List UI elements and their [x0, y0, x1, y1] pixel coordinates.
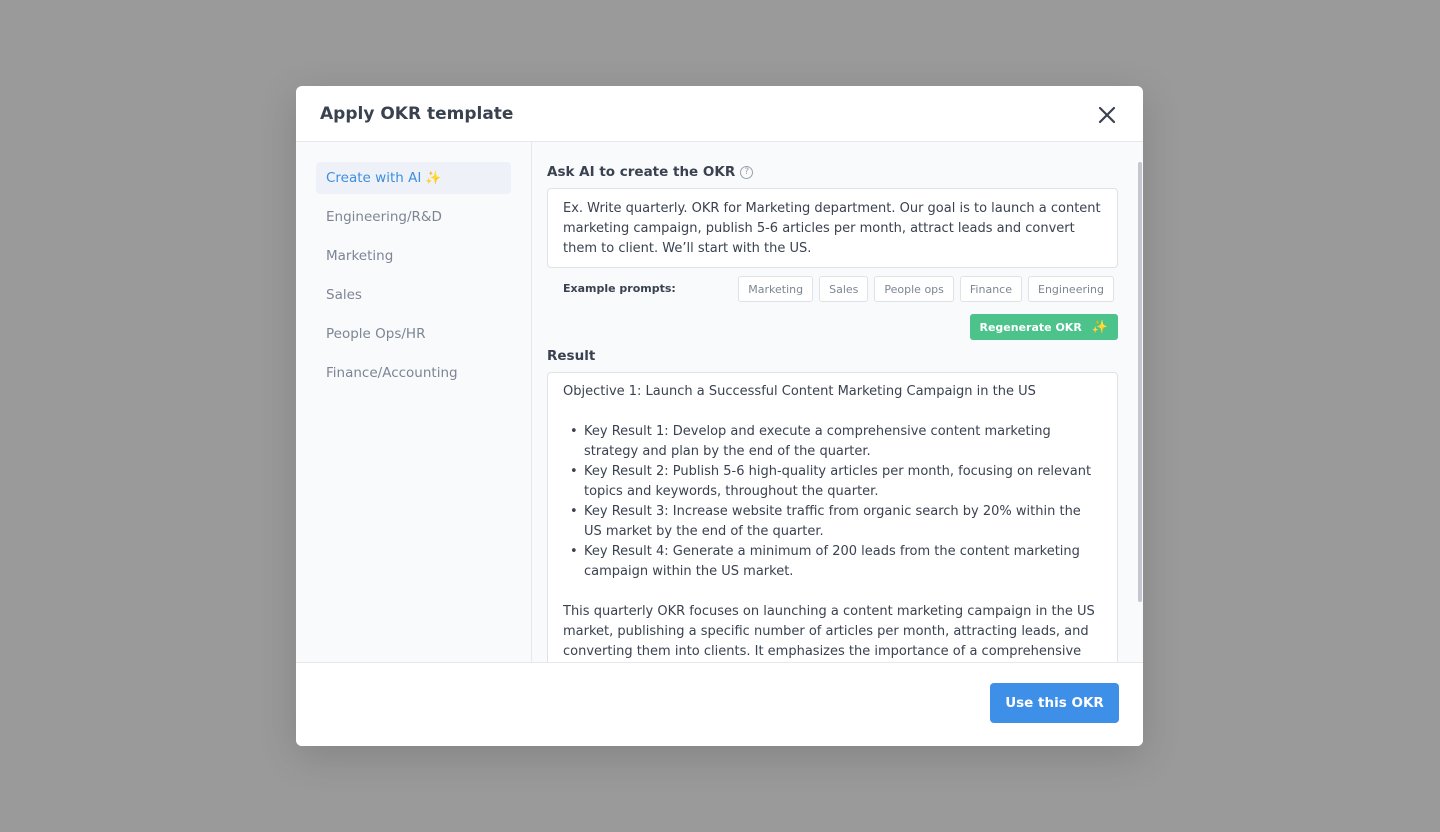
template-sidebar: Create with AI ✨ Engineering/R&D Marketi… [296, 142, 532, 662]
close-icon [1098, 106, 1116, 124]
sidebar-item-people-ops[interactable]: People Ops/HR [316, 318, 511, 350]
sidebar-item-label: Finance/Accounting [326, 365, 458, 381]
help-icon[interactable]: ? [740, 165, 754, 179]
sidebar-item-label: Marketing [326, 248, 394, 264]
regenerate-okr-button[interactable]: Regenerate OKR ✨ [969, 314, 1118, 340]
regenerate-label: Regenerate OKR [979, 320, 1082, 334]
objective-text: Objective 1: Launch a Successful Content… [563, 384, 1036, 399]
scrollbar-thumb[interactable] [1138, 162, 1142, 602]
result-output: Objective 1: Launch a Successful Content… [547, 372, 1118, 662]
example-prompt-chips: Marketing Sales People ops Finance Engin… [738, 276, 1114, 302]
prompt-input[interactable]: Ex. Write quarterly. OKR for Marketing d… [547, 188, 1118, 268]
ai-content-panel: Ask AI to create the OKR ? Ex. Write qua… [532, 142, 1143, 662]
list-item: Key Result 3: Increase website traffic f… [563, 502, 1102, 542]
modal-title: Apply OKR template [320, 104, 514, 124]
sidebar-item-marketing[interactable]: Marketing [316, 240, 511, 272]
ask-ai-label-text: Ask AI to create the OKR [547, 164, 736, 180]
sidebar-item-label: Engineering/R&D [326, 209, 442, 225]
summary-text: This quarterly OKR focuses on launching … [563, 604, 1095, 659]
use-this-okr-button[interactable]: Use this OKR [990, 683, 1119, 723]
sidebar-item-create-with-ai[interactable]: Create with AI ✨ [316, 162, 511, 194]
sidebar-item-finance[interactable]: Finance/Accounting [316, 357, 511, 389]
sparkles-icon: ✨ [1091, 319, 1108, 335]
sidebar-item-label: Sales [326, 287, 362, 303]
close-button[interactable] [1095, 104, 1119, 126]
result-label: Result [547, 348, 596, 364]
sparkles-icon: ✨ [425, 170, 442, 186]
sidebar-item-sales[interactable]: Sales [316, 279, 511, 311]
chip-engineering[interactable]: Engineering [1028, 276, 1114, 302]
modal-body: Create with AI ✨ Engineering/R&D Marketi… [296, 142, 1143, 662]
modal-header: Apply OKR template [296, 86, 1143, 142]
apply-okr-modal: Apply OKR template Create with AI ✨ Engi… [296, 86, 1143, 746]
chip-marketing[interactable]: Marketing [738, 276, 814, 302]
sidebar-item-label: Create with AI [326, 170, 422, 186]
scrollbar[interactable] [1135, 142, 1143, 662]
sidebar-item-label: People Ops/HR [326, 326, 426, 342]
ask-ai-label: Ask AI to create the OKR ? [547, 164, 754, 180]
sidebar-item-engineering[interactable]: Engineering/R&D [316, 201, 511, 233]
example-prompts-label: Example prompts: [563, 282, 676, 295]
list-item: Key Result 1: Develop and execute a comp… [563, 422, 1102, 462]
chip-sales[interactable]: Sales [819, 276, 869, 302]
chip-finance[interactable]: Finance [959, 276, 1022, 302]
key-results-list: Key Result 1: Develop and execute a comp… [563, 422, 1102, 582]
chip-people-ops[interactable]: People ops [874, 276, 954, 302]
list-item: Key Result 2: Publish 5-6 high-quality a… [563, 462, 1102, 502]
modal-footer: Use this OKR [296, 662, 1143, 746]
list-item: Key Result 4: Generate a minimum of 200 … [563, 542, 1102, 582]
